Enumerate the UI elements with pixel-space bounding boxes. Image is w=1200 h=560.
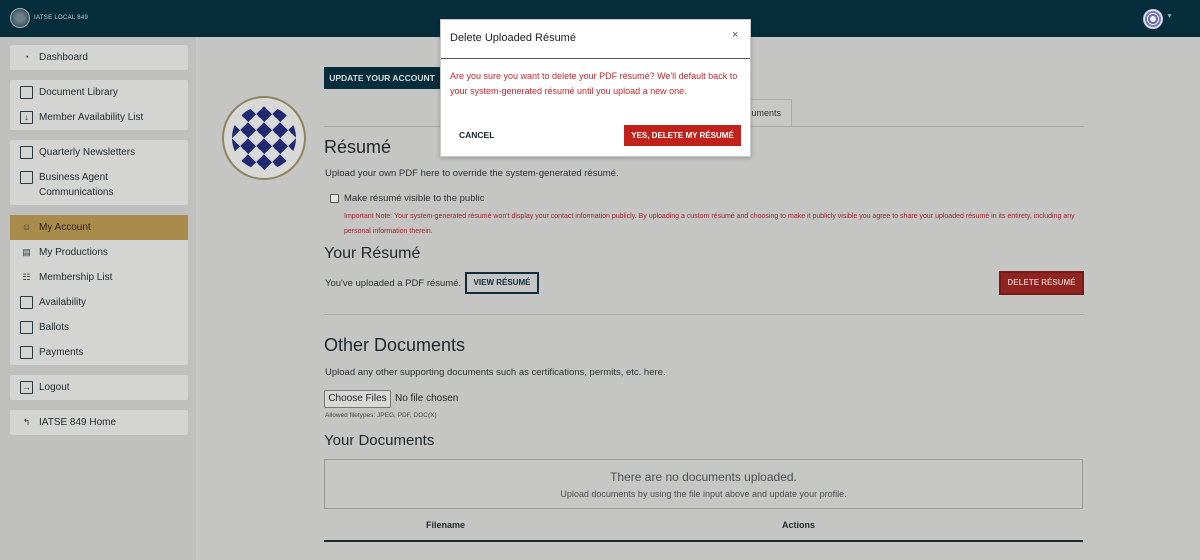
column-header-actions: Actions	[782, 520, 816, 530]
sidebar-item-label: Membership List	[39, 272, 113, 283]
credit-card-icon	[20, 346, 33, 359]
nav-group-dashboard: ◔ Dashboard	[10, 45, 188, 70]
clapperboard-icon: ▤	[22, 247, 31, 257]
confirm-delete-button[interactable]: YES, DELETE MY RÉSUMÉ	[624, 125, 741, 146]
empty-title: There are no documents uploaded.	[610, 470, 797, 484]
sidebar-item-label: My Account	[39, 222, 91, 233]
sidebar-item-member-availability-list[interactable]: ↓ Member Availability List	[10, 105, 188, 130]
sidebar-item-availability[interactable]: Availability	[10, 290, 188, 315]
newsletter-icon	[20, 146, 33, 159]
envelope-icon	[20, 171, 33, 184]
modal-divider	[441, 58, 750, 59]
sidebar-item-label: Member Availability List	[39, 112, 144, 123]
sidebar-item-payments[interactable]: Payments	[10, 340, 188, 365]
nav-group-account: ☺ My Account ▤ My Productions ☷ Membersh…	[10, 215, 188, 365]
quilt-pattern-icon	[232, 106, 296, 170]
nav-group-news: Quarterly Newsletters Business Agent Com…	[10, 140, 188, 205]
resume-visible-checkbox[interactable]	[330, 194, 339, 203]
sidebar-item-logout[interactable]: → Logout	[10, 375, 188, 400]
user-avatar[interactable]	[1143, 9, 1163, 29]
other-documents-description: Upload any other supporting documents su…	[325, 367, 666, 378]
sidebar-item-ballots[interactable]: Ballots	[10, 315, 188, 340]
nav-group-home: ↰ IATSE 849 Home	[10, 410, 188, 435]
empty-documents-box: There are no documents uploaded. Upload …	[324, 459, 1083, 509]
important-note: Important Note: Your system-generated ré…	[344, 213, 1075, 235]
back-arrow-icon: ↰	[22, 417, 31, 427]
nav-group-library: Document Library ↓ Member Availability L…	[10, 80, 188, 130]
nav-group-logout: → Logout	[10, 375, 188, 400]
resume-heading: Résumé	[324, 137, 392, 157]
sidebar-item-document-library[interactable]: Document Library	[10, 80, 188, 105]
modal-message: Are you sure you want to delete your PDF…	[450, 71, 738, 96]
modal-title: Delete Uploaded Résumé	[450, 32, 576, 44]
choose-files-button[interactable]: Choose Files	[324, 390, 391, 408]
sidebar: ◔ Dashboard Document Library ↓ Member Av…	[0, 37, 196, 560]
sidebar-item-label: Ballots	[39, 322, 70, 333]
sidebar-item-label: My Productions	[39, 247, 108, 258]
sidebar-item-label: Logout	[39, 382, 70, 393]
table-header-rule	[324, 540, 1083, 542]
your-resume-heading: Your Résumé	[324, 245, 421, 262]
sidebar-item-quarterly-newsletters[interactable]: Quarterly Newsletters	[10, 140, 188, 165]
sidebar-item-dashboard[interactable]: ◔ Dashboard	[10, 45, 188, 70]
resume-visible-label: Make résumé visible to the public	[344, 193, 485, 204]
delete-resume-button[interactable]: DELETE RÉSUMÉ	[999, 271, 1084, 295]
resume-description: Upload your own PDF here to override the…	[325, 168, 619, 179]
file-status: No file chosen	[395, 393, 459, 404]
empty-subtitle: Upload documents by using the file input…	[560, 489, 847, 499]
your-documents-heading: Your Documents	[324, 432, 435, 449]
sidebar-item-label: IATSE 849 Home	[39, 417, 117, 428]
library-icon	[20, 86, 33, 99]
sidebar-item-label: Payments	[39, 347, 84, 358]
gauge-icon: ◔	[23, 52, 30, 62]
ballot-icon	[20, 321, 33, 334]
delete-resume-modal: Delete Uploaded Résumé × Are you sure yo…	[440, 19, 751, 157]
cancel-button[interactable]: CANCEL	[459, 130, 494, 140]
sidebar-item-my-account[interactable]: ☺ My Account	[10, 215, 188, 240]
column-header-filename: Filename	[426, 520, 466, 530]
site-logo[interactable]: IATSE LOCAL 849	[10, 8, 88, 28]
sidebar-item-label: Availability	[39, 297, 87, 308]
logout-icon: →	[20, 381, 33, 394]
sidebar-item-label: Business Agent Communications	[39, 172, 114, 198]
sidebar-item-label: Quarterly Newsletters	[39, 147, 136, 158]
update-account-button[interactable]: UPDATE YOUR ACCOUNT	[324, 67, 440, 89]
sidebar-item-label: Dashboard	[39, 52, 88, 63]
sidebar-item-membership-list[interactable]: ☷ Membership List	[10, 265, 188, 290]
profile-avatar	[222, 96, 306, 180]
sidebar-item-label: Document Library	[39, 87, 118, 98]
uploaded-status: You've uploaded a PDF résumé.	[325, 278, 462, 289]
sidebar-item-my-productions[interactable]: ▤ My Productions	[10, 240, 188, 265]
chevron-down-icon[interactable]: ▼	[1166, 13, 1173, 20]
calendar-icon	[20, 296, 33, 309]
users-icon: ☷	[22, 272, 31, 282]
section-divider	[324, 314, 1084, 315]
download-icon: ↓	[20, 111, 33, 124]
view-resume-button[interactable]: VIEW RÉSUMÉ	[465, 272, 539, 294]
close-icon[interactable]: ×	[732, 29, 738, 41]
allowed-filetypes: Allowed filetypes: JPEG, PDF, DOC(X)	[325, 412, 437, 419]
other-documents-heading: Other Documents	[324, 335, 466, 355]
logo-mark-icon	[10, 8, 30, 28]
logo-text: IATSE LOCAL 849	[34, 15, 89, 21]
sidebar-item-iatse-home[interactable]: ↰ IATSE 849 Home	[10, 410, 188, 435]
user-icon: ☺	[21, 222, 32, 232]
sidebar-item-business-agent-communications[interactable]: Business Agent Communications	[10, 165, 188, 205]
